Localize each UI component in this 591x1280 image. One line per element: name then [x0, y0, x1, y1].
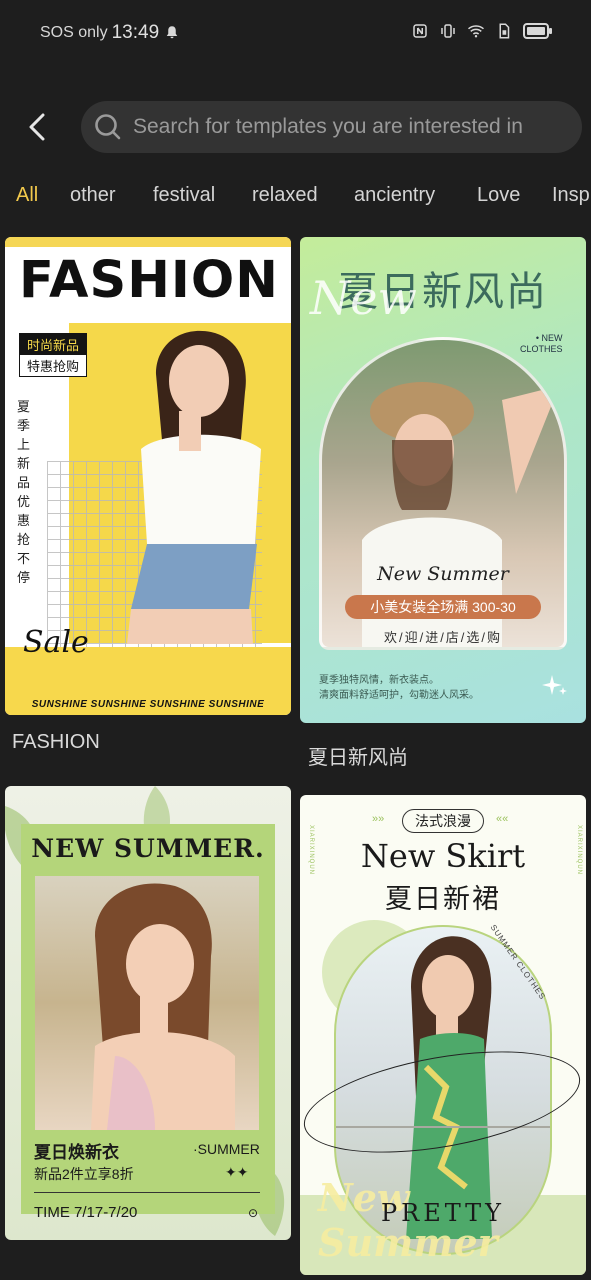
template-card-new-skirt[interactable]: XIARIXINQUN XIARIXINQUN »» 法式浪漫 «« New S… — [300, 795, 586, 1275]
top-bar — [0, 96, 591, 158]
search-bar[interactable] — [81, 101, 582, 153]
status-right — [411, 22, 553, 40]
template-card-summer-style[interactable]: 夏日新风尚 New • NEW CLOTHES New Summer 小美女装全… — [300, 237, 586, 723]
clock: 13:49 — [111, 22, 160, 43]
search-icon — [95, 114, 121, 140]
card-subtitle: New Summer — [377, 563, 509, 585]
card-vertical-text: 夏季上新品优惠抢不停 — [17, 399, 31, 585]
template-card-fashion[interactable]: FASHION 时尚新品 特惠抢购 夏季上新品优惠抢不停 Sale SUNSHI… — [5, 237, 291, 715]
card-bottom-title: PRETTY — [380, 1199, 506, 1227]
card-time: TIME 7/17-7/20 — [34, 1204, 138, 1221]
card-label-fashion: FASHION — [12, 731, 100, 753]
battery-icon — [523, 23, 552, 39]
sparkle-icon: ✦✦ — [225, 1164, 249, 1180]
bell-icon — [166, 26, 178, 39]
wifi-icon — [467, 25, 485, 38]
tab-festival[interactable]: festival — [153, 184, 215, 207]
category-tabs: All other festival relaxed ancientry Lov… — [0, 178, 591, 218]
model-photo — [127, 330, 261, 644]
card-sunshine-band: SUNSHINE SUNSHINE SUNSHINE SUNSHINE — [31, 699, 265, 710]
card-cn-title: 夏日焕新衣 — [34, 1143, 119, 1162]
template-card-new-summer[interactable]: NEW SUMMER. 夏日焕新衣 新品2件立享8折 ·SUMMER ✦✦ TI… — [5, 786, 291, 1240]
arrow-right-circle-icon: ⊙ — [248, 1206, 259, 1220]
card-welcome: 欢/迎/进/店/选/购 — [383, 630, 503, 645]
card-tag-new: 时尚新品 — [19, 333, 88, 356]
tab-insp[interactable]: Insp — [552, 184, 590, 207]
card-cn-promo: 新品2件立享8折 — [34, 1166, 134, 1182]
card-label-summer-style: 夏日新风尚 — [308, 747, 408, 769]
chevrons-right-icon: »» — [372, 813, 385, 825]
tab-other[interactable]: other — [70, 184, 116, 207]
model-photo — [91, 883, 235, 1130]
carrier-text: SOS only — [40, 24, 108, 41]
card-script-sale: Sale — [23, 625, 89, 660]
tab-love[interactable]: Love — [477, 184, 520, 207]
card-script-new: New — [310, 271, 417, 325]
vibrate-icon — [441, 24, 455, 38]
card-divider — [34, 1192, 260, 1193]
card-headline: NEW SUMMER. — [31, 834, 265, 863]
card-title-cn: 夏日新裙 — [385, 884, 501, 914]
status-bar: SOS only 13:49 — [0, 0, 591, 66]
tab-relaxed[interactable]: relaxed — [252, 184, 318, 207]
chevrons-left-icon: «« — [496, 813, 509, 825]
card-headline: FASHION — [19, 251, 279, 310]
tab-all[interactable]: All — [16, 184, 38, 207]
status-left: SOS only 13:49 — [40, 22, 181, 44]
card-description-line-2: 清爽面料舒适呵护，勾勒迷人风采。 — [319, 690, 479, 701]
card-badge: 法式浪漫 — [402, 809, 484, 833]
card-tag-sale: 特惠抢购 — [19, 354, 88, 377]
sparkle-icon — [542, 675, 567, 695]
card-summer-label: ·SUMMER — [193, 1141, 260, 1157]
card-promo: 小美女装全场满 300-30 — [345, 595, 541, 619]
card-description-line-1: 夏季独特风情，新衣装点。 — [319, 675, 439, 686]
nfc-icon — [413, 24, 427, 38]
sim-icon — [499, 23, 510, 39]
card-title-en: New Skirt — [360, 837, 526, 875]
card-new-clothes-badge: • NEW CLOTHES — [520, 333, 563, 354]
card-photo-frame — [35, 876, 259, 1130]
search-input[interactable] — [133, 115, 582, 139]
card-top-strip — [5, 237, 291, 247]
tab-ancientry[interactable]: ancientry — [354, 184, 435, 207]
back-button[interactable] — [20, 108, 54, 146]
chevron-left-icon — [29, 113, 45, 141]
